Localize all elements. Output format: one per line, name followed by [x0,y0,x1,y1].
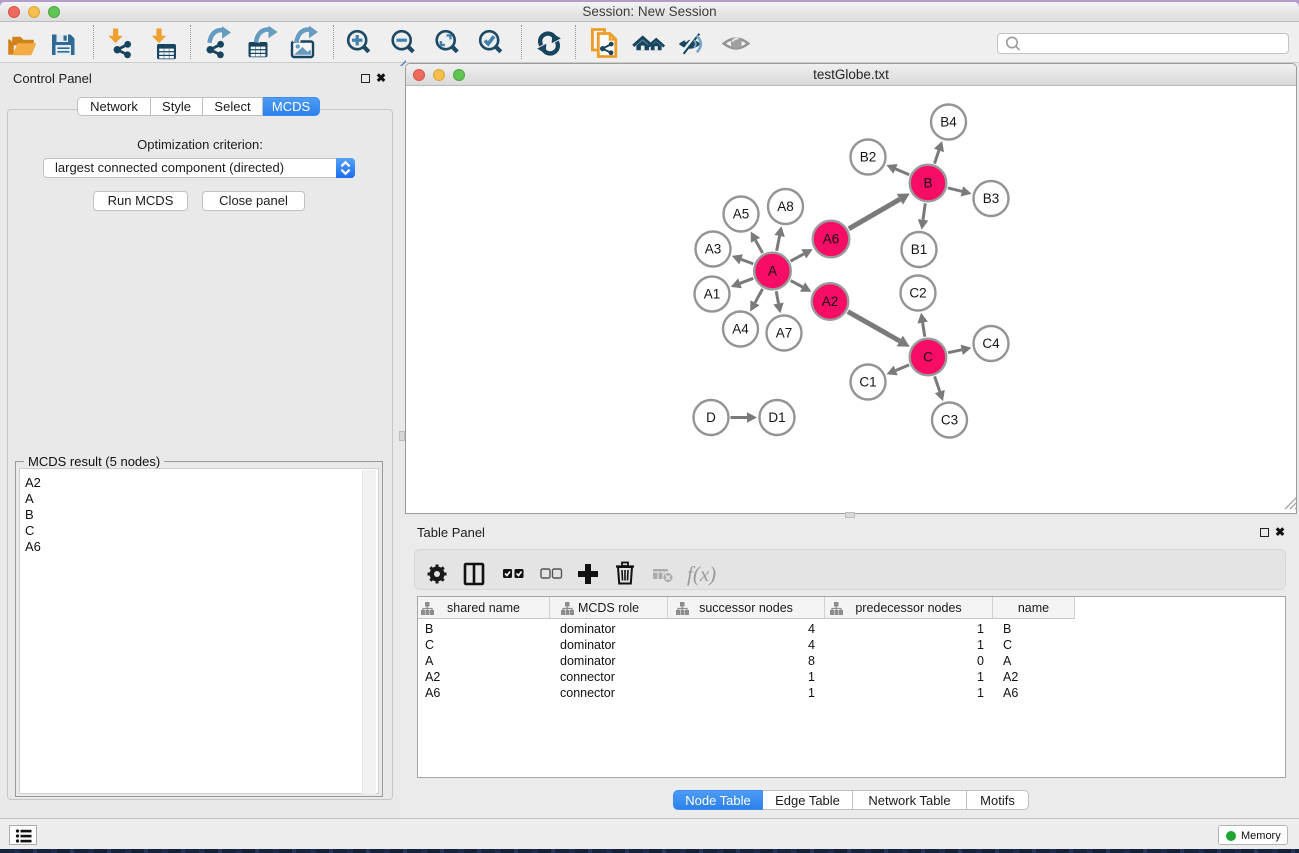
svg-text:A1: A1 [704,287,721,302]
svg-text:A3: A3 [705,242,722,257]
svg-text:A: A [768,264,777,279]
svg-text:B4: B4 [940,115,957,130]
svg-text:A5: A5 [733,207,750,222]
svg-text:A2: A2 [822,294,839,309]
svg-text:C: C [923,350,933,365]
svg-text:A8: A8 [777,199,794,214]
svg-text:B2: B2 [860,150,877,165]
svg-text:D1: D1 [768,410,785,425]
svg-text:D: D [706,410,716,425]
svg-text:B3: B3 [983,191,1000,206]
svg-text:C3: C3 [941,413,958,428]
svg-text:C1: C1 [859,375,876,390]
svg-text:B: B [923,176,932,191]
svg-text:A4: A4 [732,322,749,337]
svg-text:f(x): f(x) [687,562,716,586]
svg-text:B1: B1 [911,242,928,257]
svg-text:A7: A7 [776,326,793,341]
svg-text:C4: C4 [982,336,1000,351]
svg-text:C2: C2 [909,286,926,301]
svg-text:A6: A6 [823,232,840,247]
